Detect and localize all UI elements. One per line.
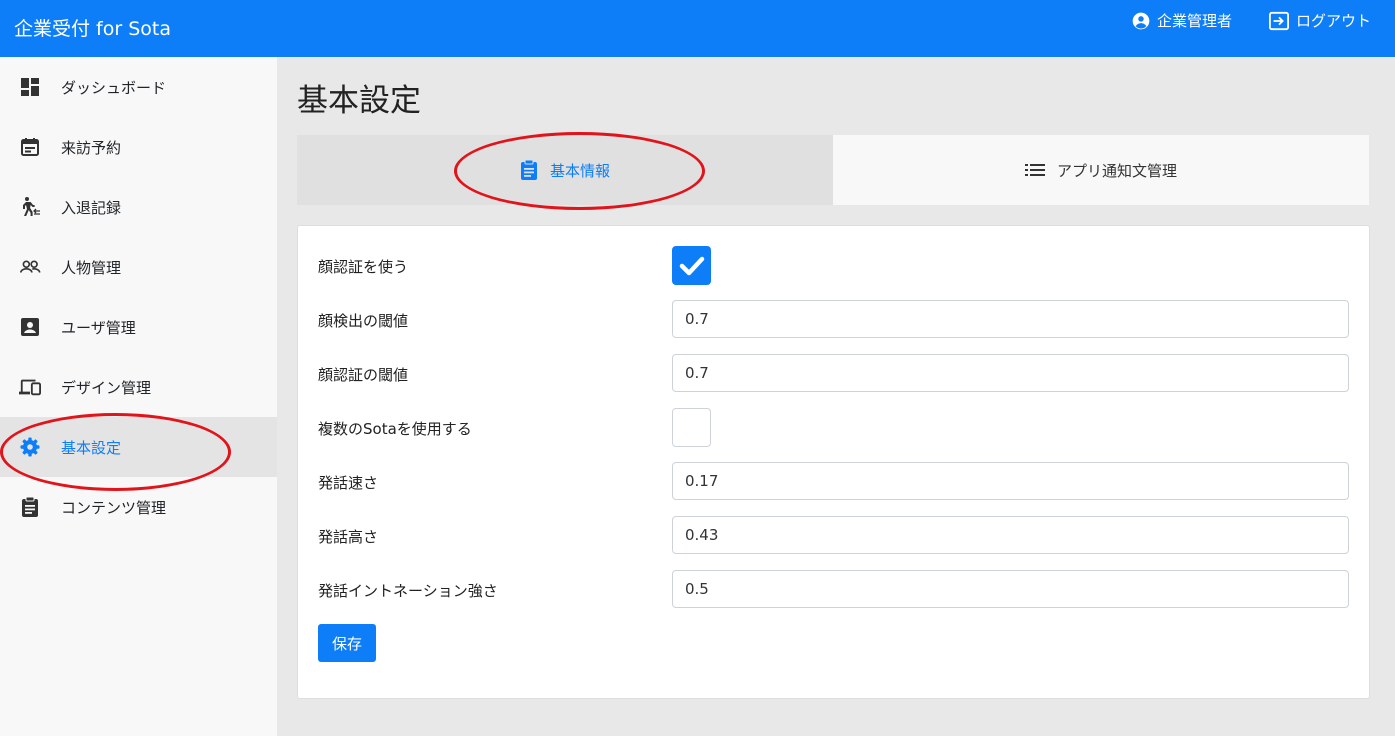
speech-pitch-label: 発話高さ (318, 528, 379, 546)
multi-sota-checkbox[interactable] (672, 408, 711, 447)
save-button[interactable]: 保存 (318, 624, 376, 662)
sidebar-item-design-management[interactable]: デザイン管理 (0, 357, 277, 417)
sidebar-item-label: 来訪予約 (61, 138, 122, 157)
settings-tabs: 基本情報 アプリ通知文管理 (297, 135, 1369, 205)
sidebar-item-content-management[interactable]: コンテンツ管理 (0, 477, 277, 537)
sidebar-item-label: ダッシュボード (61, 78, 167, 97)
checkmark-icon (679, 256, 704, 275)
multi-sota-label: 複数のSotaを使用する (318, 420, 472, 438)
sidebar-item-visit-reservation[interactable]: 来訪予約 (0, 117, 277, 177)
top-right-menu: 企業管理者 ログアウト (1095, 10, 1371, 31)
sidebar-item-label: 基本設定 (61, 438, 122, 457)
speech-pitch-input[interactable] (672, 516, 1349, 554)
sidebar-item-user-management[interactable]: ユーザ管理 (0, 297, 277, 357)
speech-intonation-input[interactable] (672, 570, 1349, 608)
people-icon (19, 256, 41, 278)
sidebar-item-entry-exit-log[interactable]: 入退記録 (0, 177, 277, 237)
page-title: 基本設定 (297, 83, 421, 119)
gear-icon (19, 436, 41, 458)
tab-label: アプリ通知文管理 (1056, 161, 1177, 180)
speech-speed-label: 発話速さ (318, 474, 379, 492)
face-detect-threshold-label: 顔検出の閾値 (318, 312, 409, 330)
user-menu[interactable]: 企業管理者 (1131, 10, 1232, 31)
contact-card-icon (19, 316, 41, 338)
devices-icon (19, 376, 41, 398)
sidebar-item-label: 入退記録 (61, 198, 122, 217)
sidebar-item-label: 人物管理 (61, 258, 122, 277)
face-auth-checkbox[interactable] (672, 246, 711, 285)
clipboard-icon (520, 159, 537, 180)
account-circle-icon (1132, 12, 1150, 29)
app-title[interactable]: 企業受付 for Sota (14, 14, 171, 41)
list-icon (1024, 164, 1045, 176)
tab-label: 基本情報 (549, 161, 610, 180)
speech-intonation-label: 発話イントネーション強さ (318, 582, 498, 600)
speech-speed-input[interactable] (672, 462, 1349, 500)
tab-basic-info[interactable]: 基本情報 (297, 135, 833, 205)
sidebar-item-label: デザイン管理 (61, 378, 152, 397)
walking-person-icon (19, 196, 41, 218)
sidebar-item-label: コンテンツ管理 (61, 498, 167, 517)
top-navbar: 企業受付 for Sota 企業管理者 ログアウト (0, 0, 1395, 57)
clipboard-icon (19, 496, 41, 518)
face-auth-threshold-input[interactable] (672, 354, 1349, 392)
dashboard-icon (19, 76, 41, 98)
basic-settings-form: 顔認証を使う 顔検出の閾値 顔認証の閾値 複数のSotaを使用する 発話速さ 発… (297, 225, 1370, 699)
sidebar-item-basic-settings[interactable]: 基本設定 (0, 417, 277, 477)
sidebar-item-dashboard[interactable]: ダッシュボード (0, 57, 277, 117)
logout-icon (1268, 11, 1289, 30)
sidebar: ダッシュボード 来訪予約 入退記録 人物管理 ユーザ管理 デザイン管理 基本設定… (0, 57, 277, 736)
tab-app-notification-text[interactable]: アプリ通知文管理 (833, 135, 1369, 205)
logout-button[interactable]: ログアウト (1268, 10, 1371, 31)
face-auth-label: 顔認証を使う (318, 258, 409, 276)
calendar-icon (19, 136, 41, 158)
sidebar-item-label: ユーザ管理 (61, 318, 136, 337)
face-detect-threshold-input[interactable] (672, 300, 1349, 338)
sidebar-item-people-management[interactable]: 人物管理 (0, 237, 277, 297)
face-auth-threshold-label: 顔認証の閾値 (318, 366, 409, 384)
logout-label: ログアウト (1295, 12, 1371, 30)
user-name: 企業管理者 (1156, 12, 1232, 30)
